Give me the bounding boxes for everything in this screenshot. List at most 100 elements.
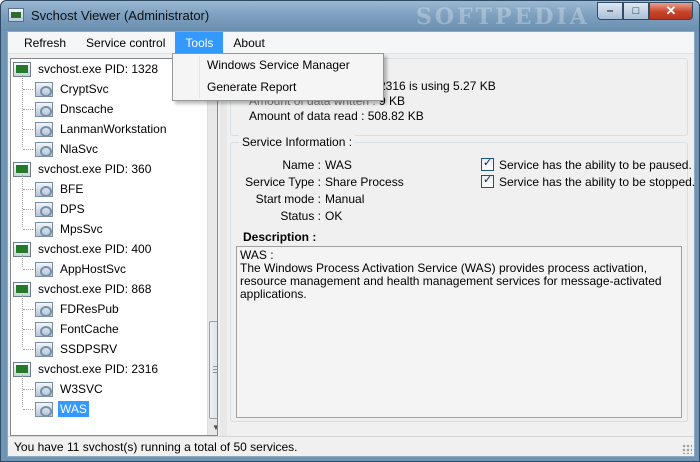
tree-connector xyxy=(23,269,33,270)
tree-service-label: FontCache xyxy=(60,322,119,336)
service-gear-icon xyxy=(35,101,53,117)
tree-service-node[interactable]: CryptSvc xyxy=(35,79,111,99)
tree-service-node[interactable]: W3SVC xyxy=(35,379,105,399)
can-stop-checkbox[interactable] xyxy=(481,173,494,188)
menu-about[interactable]: About xyxy=(223,32,274,54)
tree-service-node[interactable]: MpsSvc xyxy=(35,219,105,239)
tree-service-label: FDResPub xyxy=(60,302,119,316)
start-mode-label: Start mode : xyxy=(255,192,321,206)
tree-service-node[interactable]: DPS xyxy=(35,199,87,219)
tree-service-label: CryptSvc xyxy=(60,82,109,96)
service-gear-icon xyxy=(35,81,53,97)
tree-process-label: svchost.exe PID: 2316 xyxy=(38,362,159,376)
tree-connector xyxy=(22,375,23,407)
can-pause-checkbox[interactable] xyxy=(481,156,494,171)
panel-splitter[interactable] xyxy=(220,58,227,436)
minimize-button[interactable]: ‒ xyxy=(597,2,623,20)
service-gear-icon xyxy=(35,321,53,337)
tree-connector xyxy=(23,149,33,150)
menu-service-control[interactable]: Service control xyxy=(76,32,175,54)
tree-service-label: MpsSvc xyxy=(60,222,103,236)
tree-connector xyxy=(22,295,23,347)
tree-process-node[interactable]: svchost.exe PID: 1328 xyxy=(13,59,160,79)
name-value: WAS xyxy=(325,158,352,172)
service-info-legend: Service Information : xyxy=(239,135,356,149)
process-usage-text: 2316 is using 5.27 KB xyxy=(379,79,496,93)
service-gear-icon xyxy=(35,181,53,197)
tree-process-node[interactable]: svchost.exe PID: 2316 xyxy=(13,359,160,379)
tree-process-label: svchost.exe PID: 1328 xyxy=(38,62,159,76)
service-gear-icon xyxy=(35,301,53,317)
menu-windows-service-manager[interactable]: Windows Service Manager xyxy=(173,54,383,76)
menu-bar: Refresh Service control Tools About xyxy=(8,32,694,54)
tree-service-node[interactable]: BFE xyxy=(35,179,85,199)
tree-process-node[interactable]: svchost.exe PID: 400 xyxy=(13,239,153,259)
tree-service-label: Dnscache xyxy=(60,102,114,116)
service-gear-icon xyxy=(35,261,53,277)
tree-service-node[interactable]: FDResPub xyxy=(35,299,121,319)
tree-connector xyxy=(23,129,33,130)
status-text: You have 11 svchost(s) running a total o… xyxy=(14,440,298,454)
tree-service-node[interactable]: WAS xyxy=(35,399,89,419)
tree-connector xyxy=(23,89,33,90)
tree-service-node[interactable]: LanmanWorkstation xyxy=(35,119,169,139)
tree-service-node[interactable]: NlaSvc xyxy=(35,139,100,159)
name-label: Name : xyxy=(282,158,321,172)
close-icon: ✕ xyxy=(665,3,677,18)
tree-connector xyxy=(23,389,33,390)
title-bar[interactable]: Svchost Viewer (Administrator) SOFTPEDIA… xyxy=(1,1,699,31)
service-gear-icon xyxy=(35,341,53,357)
tree-service-label: DPS xyxy=(60,202,85,216)
service-gear-icon xyxy=(35,141,53,157)
menu-refresh[interactable]: Refresh xyxy=(14,32,76,54)
menu-generate-report[interactable]: Generate Report xyxy=(173,76,383,98)
can-stop-label: Service has the ability to be stopped. xyxy=(499,175,696,189)
tree-service-node[interactable]: SSDPSRV xyxy=(35,339,119,359)
can-pause-label: Service has the ability to be paused. xyxy=(499,158,692,172)
tree-service-label: AppHostSvc xyxy=(60,262,127,276)
tree-service-label: SSDPSRV xyxy=(60,342,118,356)
scroll-down-icon[interactable]: ▼ xyxy=(208,419,217,435)
svchost-tree[interactable]: svchost.exe PID: 1328 CryptSvc Dnscache Lan… xyxy=(10,58,218,436)
maximize-icon: □ xyxy=(632,5,640,17)
tree-process-node[interactable]: svchost.exe PID: 360 xyxy=(13,159,153,179)
tree-connector xyxy=(23,329,33,330)
start-mode-value: Manual xyxy=(325,192,365,206)
caption-buttons: ‒ □ ✕ xyxy=(597,2,693,20)
tree-service-node[interactable]: AppHostSvc xyxy=(35,259,128,279)
description-box[interactable]: WAS : The Windows Process Activation Ser… xyxy=(236,246,682,418)
tree-process-label: svchost.exe PID: 868 xyxy=(38,282,152,296)
tree-service-label: W3SVC xyxy=(60,382,103,396)
window-title: Svchost Viewer (Administrator) xyxy=(31,8,210,23)
status-label: Status : xyxy=(280,209,321,223)
tree-connector xyxy=(23,409,33,410)
status-value: OK xyxy=(325,209,343,223)
scroll-thumb[interactable] xyxy=(209,321,217,419)
tree-connector xyxy=(22,175,23,227)
app-window: Svchost Viewer (Administrator) SOFTPEDIA… xyxy=(0,0,700,462)
menu-tools[interactable]: Tools xyxy=(175,32,224,54)
tree-service-label: NlaSvc xyxy=(60,142,99,156)
tree-service-label: WAS xyxy=(58,401,89,417)
tree-connector xyxy=(23,109,33,110)
grip-line xyxy=(213,366,217,367)
tree-process-label: svchost.exe PID: 360 xyxy=(38,162,152,176)
tree-connector xyxy=(23,189,33,190)
service-gear-icon xyxy=(35,381,53,397)
tree-service-node[interactable]: Dnscache xyxy=(35,99,115,119)
close-button[interactable]: ✕ xyxy=(649,2,693,20)
grip-line xyxy=(213,369,217,370)
service-type-label: Service Type : xyxy=(245,175,321,189)
maximize-button[interactable]: □ xyxy=(623,2,649,20)
tree-process-node[interactable]: svchost.exe PID: 868 xyxy=(13,279,153,299)
tree-service-label: BFE xyxy=(60,182,84,196)
tree-connector xyxy=(23,229,33,230)
tree-scrollbar[interactable]: ▲ ▼ xyxy=(207,59,217,435)
tree-service-label: LanmanWorkstation xyxy=(60,122,167,136)
tree-process-label: svchost.exe PID: 400 xyxy=(38,242,152,256)
size-grip-icon[interactable] xyxy=(682,444,692,454)
service-gear-icon xyxy=(35,401,53,417)
tree-service-node[interactable]: FontCache xyxy=(35,319,121,339)
service-gear-icon xyxy=(35,121,53,137)
service-type-value: Share Process xyxy=(325,175,404,189)
